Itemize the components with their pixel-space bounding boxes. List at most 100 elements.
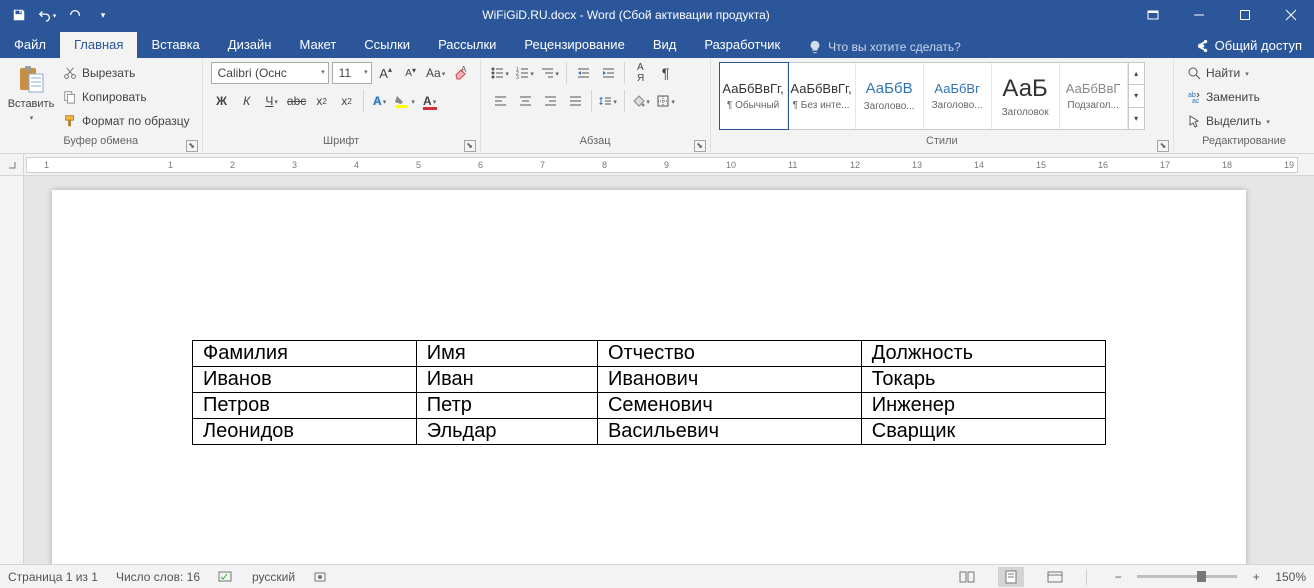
table-cell[interactable]: Должность — [861, 341, 1105, 367]
table-cell[interactable]: Сварщик — [861, 419, 1105, 445]
maximize-button[interactable] — [1222, 0, 1268, 30]
decrease-indent-button[interactable] — [572, 62, 594, 84]
align-right-button[interactable] — [539, 90, 561, 112]
table-cell[interactable]: Фамилия — [193, 341, 417, 367]
vertical-ruler[interactable] — [0, 176, 24, 564]
view-print-button[interactable] — [998, 567, 1024, 587]
shading-button[interactable]: ▾ — [630, 90, 652, 112]
style-heading2[interactable]: АаБбВгЗаголово... — [924, 63, 992, 129]
font-size-combo[interactable]: 11▾ — [332, 62, 372, 84]
styles-launcher[interactable]: ⬊ — [1157, 140, 1169, 152]
view-web-button[interactable] — [1042, 567, 1068, 587]
copy-button[interactable]: Копировать — [58, 86, 194, 108]
table-cell[interactable]: Иван — [416, 367, 597, 393]
superscript-button[interactable]: x2 — [336, 90, 358, 112]
italic-button[interactable]: К — [236, 90, 258, 112]
zoom-out-button[interactable]: − — [1105, 567, 1131, 587]
style-subtitle[interactable]: АаБбВвГПодзагол... — [1060, 63, 1128, 129]
tab-home[interactable]: Главная — [60, 32, 137, 58]
zoom-slider[interactable] — [1137, 575, 1237, 578]
table-cell[interactable]: Васильевич — [597, 419, 861, 445]
bold-button[interactable]: Ж — [211, 90, 233, 112]
minimize-button[interactable] — [1176, 0, 1222, 30]
grow-font-button[interactable]: A▴ — [375, 62, 397, 84]
align-center-button[interactable] — [514, 90, 536, 112]
qat-customize-button[interactable]: ▾ — [90, 3, 116, 27]
table-row[interactable]: ПетровПетрСеменовичИнженер — [193, 393, 1106, 419]
align-left-button[interactable] — [489, 90, 511, 112]
table-cell[interactable]: Иванов — [193, 367, 417, 393]
change-case-button[interactable]: Aa▾ — [425, 62, 447, 84]
line-spacing-button[interactable]: ▾ — [597, 90, 619, 112]
show-marks-button[interactable]: ¶ — [655, 62, 677, 84]
tab-file[interactable]: Файл — [0, 32, 60, 58]
gallery-more-button[interactable]: ▾ — [1129, 108, 1144, 129]
save-button[interactable] — [6, 3, 32, 27]
tab-references[interactable]: Ссылки — [350, 32, 424, 58]
document-table[interactable]: ФамилияИмяОтчествоДолжностьИвановИванИва… — [192, 340, 1106, 445]
status-page[interactable]: Страница 1 из 1 — [8, 570, 98, 584]
clear-formatting-button[interactable]: A — [450, 62, 472, 84]
style-heading1[interactable]: АаБбВЗаголово... — [856, 63, 924, 129]
increase-indent-button[interactable] — [597, 62, 619, 84]
replace-button[interactable]: abacЗаменить — [1182, 86, 1274, 108]
table-cell[interactable]: Имя — [416, 341, 597, 367]
status-language[interactable]: русский — [252, 570, 295, 584]
tab-mailings[interactable]: Рассылки — [424, 32, 510, 58]
clipboard-launcher[interactable]: ⬊ — [186, 140, 198, 152]
gallery-up-button[interactable]: ▴ — [1129, 63, 1144, 85]
tab-review[interactable]: Рецензирование — [510, 32, 638, 58]
view-read-button[interactable] — [954, 567, 980, 587]
style-normal[interactable]: АаБбВвГг,¶ Обычный — [720, 63, 788, 129]
bullets-button[interactable]: ▾ — [489, 62, 511, 84]
tab-insert[interactable]: Вставка — [137, 32, 213, 58]
tab-view[interactable]: Вид — [639, 32, 691, 58]
table-cell[interactable]: Токарь — [861, 367, 1105, 393]
redo-button[interactable] — [62, 3, 88, 27]
select-button[interactable]: Выделить▾ — [1182, 110, 1274, 132]
tell-me-box[interactable]: Что вы хотите сделать? — [800, 36, 969, 58]
format-painter-button[interactable]: Формат по образцу — [58, 110, 194, 132]
close-button[interactable] — [1268, 0, 1314, 30]
style-no-spacing[interactable]: АаБбВвГг,¶ Без инте... — [788, 63, 856, 129]
sort-button[interactable]: AЯ — [630, 62, 652, 84]
font-name-combo[interactable]: Calibri (Оснс▾ — [211, 62, 329, 84]
find-button[interactable]: Найти▾ — [1182, 62, 1274, 84]
tab-design[interactable]: Дизайн — [214, 32, 286, 58]
table-cell[interactable]: Петр — [416, 393, 597, 419]
gallery-down-button[interactable]: ▾ — [1129, 85, 1144, 107]
ribbon-options-button[interactable] — [1130, 0, 1176, 30]
highlight-button[interactable]: ▾ — [394, 90, 416, 112]
table-row[interactable]: ФамилияИмяОтчествоДолжность — [193, 341, 1106, 367]
table-row[interactable]: ЛеонидовЭльдарВасильевичСварщик — [193, 419, 1106, 445]
cut-button[interactable]: Вырезать — [58, 62, 194, 84]
undo-button[interactable]: ▾ — [34, 3, 60, 27]
table-cell[interactable]: Отчество — [597, 341, 861, 367]
zoom-value[interactable]: 150% — [1275, 570, 1306, 584]
horizontal-ruler[interactable]: 112345678910111213141516171819 — [26, 157, 1298, 173]
table-cell[interactable]: Леонидов — [193, 419, 417, 445]
status-words[interactable]: Число слов: 16 — [116, 570, 200, 584]
multilevel-list-button[interactable]: ▾ — [539, 62, 561, 84]
table-cell[interactable]: Эльдар — [416, 419, 597, 445]
paste-button[interactable]: Вставить▾ — [8, 62, 54, 126]
numbering-button[interactable]: 123▾ — [514, 62, 536, 84]
table-cell[interactable]: Петров — [193, 393, 417, 419]
page-scroll[interactable]: ФамилияИмяОтчествоДолжностьИвановИванИва… — [24, 176, 1314, 564]
tab-developer[interactable]: Разработчик — [690, 32, 794, 58]
borders-button[interactable]: ▾ — [655, 90, 677, 112]
paragraph-launcher[interactable]: ⬊ — [694, 140, 706, 152]
strikethrough-button[interactable]: abc — [286, 90, 308, 112]
tab-selector[interactable] — [0, 154, 24, 176]
underline-button[interactable]: Ч▾ — [261, 90, 283, 112]
tab-layout[interactable]: Макет — [285, 32, 350, 58]
font-color-button[interactable]: A▾ — [419, 90, 441, 112]
table-cell[interactable]: Семенович — [597, 393, 861, 419]
subscript-button[interactable]: x2 — [311, 90, 333, 112]
style-title[interactable]: АаБЗаголовок — [992, 63, 1060, 129]
share-button[interactable]: Общий доступ — [1183, 33, 1314, 58]
table-cell[interactable]: Иванович — [597, 367, 861, 393]
status-macro[interactable] — [313, 570, 327, 584]
table-row[interactable]: ИвановИванИвановичТокарь — [193, 367, 1106, 393]
font-launcher[interactable]: ⬊ — [464, 140, 476, 152]
